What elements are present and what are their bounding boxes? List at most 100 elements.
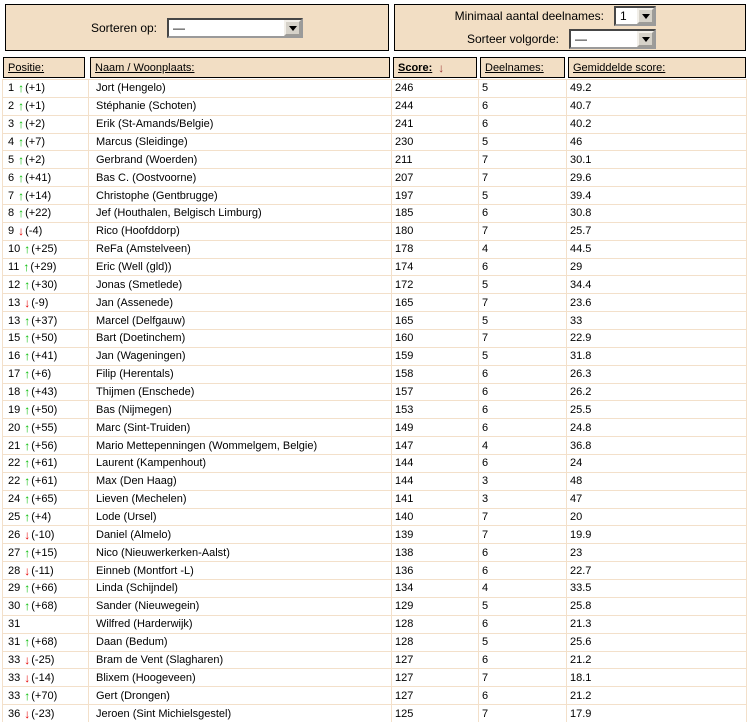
row-name: Nico (Nieuwerkerken-Aalst) [96, 546, 230, 559]
row-name: Jeroen (Sint Michielsgestel) [96, 707, 232, 720]
row-participations: 3 [482, 493, 489, 506]
row-position-cell: 29 ↑ (+66) [3, 580, 89, 598]
chevron-down-icon[interactable] [637, 8, 654, 24]
row-participations: 6 [482, 546, 489, 559]
row-change: (-14) [31, 671, 55, 684]
row-change: (-11) [31, 564, 54, 577]
row-score: 197 [395, 189, 414, 202]
row-participations-cell: 6 [479, 455, 567, 473]
row-change: (+50) [31, 403, 58, 416]
row-participations: 7 [482, 511, 489, 524]
row-average: 22.7 [570, 564, 592, 577]
row-score: 244 [395, 100, 414, 113]
row-average: 26.2 [570, 386, 592, 399]
row-score: 128 [395, 618, 414, 631]
row-name: Rico (Hoofddorp) [96, 225, 180, 238]
row-position: 4 [8, 136, 15, 148]
row-name: Wilfred (Harderwijk) [96, 618, 193, 631]
row-participations: 5 [482, 136, 489, 148]
header-score-link[interactable]: Score: [398, 62, 432, 74]
change-arrow-icon: ↑ [24, 438, 31, 453]
header-position-link[interactable]: Positie: [8, 62, 44, 74]
header-participations: Deelnames: [480, 57, 565, 78]
row-change: (+14) [25, 189, 52, 202]
sort-direction-icon: ↓ [438, 60, 445, 75]
row-change: (+56) [31, 439, 58, 452]
change-arrow-icon: ↑ [24, 242, 31, 257]
row-name-cell: Einneb (Montfort -L) [89, 562, 392, 581]
row-score: 134 [395, 582, 414, 595]
sort-order-select[interactable]: — [569, 29, 656, 49]
change-arrow-icon: ↑ [18, 117, 25, 132]
row-position: 18 [8, 386, 21, 399]
row-name-cell: Sander (Nieuwegein) [89, 597, 392, 616]
row-score-cell: 127 [392, 651, 479, 670]
row-average-cell: 34.4 [567, 276, 747, 295]
row-participations: 7 [482, 707, 489, 720]
row-position: 22 [8, 475, 21, 488]
row-score-cell: 134 [392, 580, 479, 598]
row-name-cell: ReFa (Amstelveen) [89, 240, 392, 259]
row-name: Jonas (Smetlede) [96, 278, 183, 291]
row-participations-cell: 4 [479, 580, 567, 598]
row-name: Christophe (Gentbrugge) [96, 189, 218, 202]
row-average: 25.8 [570, 600, 592, 613]
chevron-down-icon[interactable] [284, 19, 302, 36]
change-arrow-icon: ↑ [18, 206, 25, 221]
row-change: (+61) [31, 475, 58, 488]
row-participations-cell: 3 [479, 490, 567, 509]
change-arrow-icon: ↑ [24, 402, 31, 417]
row-participations: 5 [482, 636, 489, 649]
row-score: 140 [395, 511, 414, 524]
row-score-cell: 141 [392, 490, 479, 509]
row-position: 33 [8, 653, 21, 666]
row-participations: 5 [482, 314, 489, 327]
row-change: (+41) [31, 350, 58, 363]
row-position: 8 [8, 207, 15, 220]
row-name: Stéphanie (Schoten) [96, 100, 197, 113]
row-name: Daan (Bedum) [96, 636, 168, 649]
row-average-cell: 31.8 [567, 347, 747, 366]
row-participations-cell: 6 [479, 258, 567, 277]
header-average-link[interactable]: Gemiddelde score: [573, 62, 665, 74]
row-position: 5 [8, 153, 15, 166]
row-change: (+66) [31, 582, 58, 595]
row-score: 174 [395, 261, 414, 274]
row-average: 49.2 [570, 82, 592, 95]
row-score: 158 [395, 368, 414, 381]
row-change: (-10) [31, 528, 55, 541]
row-name: Marcus (Sleidinge) [96, 136, 188, 148]
row-position: 27 [8, 546, 21, 559]
row-score: 178 [395, 243, 414, 256]
row-name-cell: Marcus (Sleidinge) [89, 133, 392, 152]
row-name: Einneb (Montfort -L) [96, 564, 194, 577]
chevron-down-icon[interactable] [637, 31, 654, 47]
header-participations-link[interactable]: Deelnames: [485, 62, 544, 74]
row-position: 17 [8, 368, 21, 381]
row-position-cell: 15 ↑ (+50) [3, 330, 89, 348]
row-score-cell: 159 [392, 347, 479, 366]
row-score-cell: 241 [392, 115, 479, 134]
header-name-link[interactable]: Naam / Woonplaats: [95, 62, 194, 74]
row-score: 139 [395, 528, 414, 541]
row-name: Lode (Ursel) [96, 511, 157, 524]
change-arrow-icon: ↑ [18, 99, 25, 114]
row-participations-cell: 5 [479, 133, 567, 152]
sort-by-select[interactable]: — [167, 17, 304, 38]
row-average-cell: 21.2 [567, 651, 747, 670]
row-average-cell: 23.6 [567, 294, 747, 313]
row-name-cell: Daan (Bedum) [89, 633, 392, 652]
row-average: 23.6 [570, 296, 592, 309]
row-name-cell: Erik (St-Amands/Belgie) [89, 115, 392, 134]
row-average-cell: 47 [567, 490, 747, 509]
row-name-cell: Marc (Sint-Truiden) [89, 419, 392, 438]
row-position: 24 [8, 493, 21, 506]
row-name: ReFa (Amstelveen) [96, 243, 191, 256]
row-name-cell: Bas (Nijmegen) [89, 401, 392, 420]
row-change: (+65) [31, 493, 58, 506]
row-average: 29.6 [570, 171, 592, 184]
min-participations-select[interactable]: 1 [614, 6, 656, 26]
row-score-cell: 128 [392, 615, 479, 634]
row-average-cell: 24 [567, 455, 747, 473]
row-score-cell: 185 [392, 205, 479, 223]
